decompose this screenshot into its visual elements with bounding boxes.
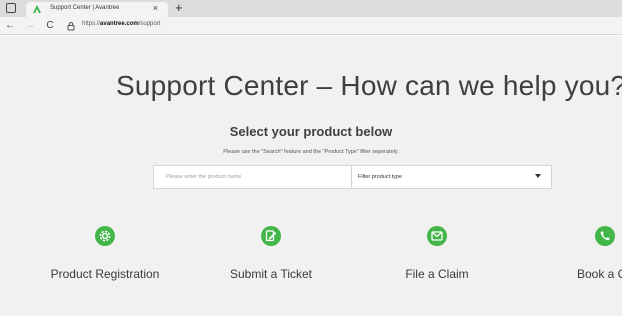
book-call-label: Book a Ca (576, 267, 622, 281)
browser-tab-bar: Support Center | Avantree × + (0, 0, 622, 17)
tab-close-icon[interactable]: × (153, 3, 158, 14)
new-tab-button[interactable]: + (175, 0, 183, 15)
reload-button[interactable]: C (44, 20, 56, 32)
submit-ticket-label: Submit a Ticket (229, 267, 313, 281)
product-registration-card[interactable]: Product Registration (40, 226, 170, 281)
claim-icon (427, 226, 447, 246)
url-prefix: https:// (82, 21, 101, 27)
section-subtitle: Select your product below (229, 124, 393, 139)
page-title: Support Center – How can we help you? (116, 70, 622, 101)
gear-icon (95, 226, 115, 246)
back-button[interactable]: ← (4, 20, 16, 32)
file-claim-card[interactable]: File a Claim (372, 226, 502, 281)
tab-title: Support Center | Avantree (50, 5, 120, 11)
product-type-select-value: Filter product type (358, 174, 403, 180)
product-registration-label: Product Registration (50, 267, 160, 281)
page-content: Support Center – How can we help you? Se… (0, 36, 622, 316)
product-search-input[interactable] (153, 165, 352, 189)
avantree-logo-icon (33, 5, 41, 13)
browser-tab[interactable]: Support Center | Avantree × (26, 2, 168, 17)
lock-icon[interactable] (66, 21, 76, 31)
dropdown-arrow-icon (535, 174, 541, 178)
phone-icon (595, 226, 615, 246)
book-call-card[interactable]: Book a Ca (540, 226, 622, 281)
product-type-select[interactable]: Filter product type (351, 165, 552, 189)
url-path: /support (138, 21, 161, 27)
address-bar[interactable]: https://avantree.com/support (82, 21, 160, 27)
url-domain: avantree.com (100, 21, 139, 27)
search-hint: Please use the "Search" feature and the … (223, 149, 399, 155)
file-claim-label: File a Claim (405, 267, 469, 281)
tab-actions-icon[interactable] (6, 3, 16, 13)
edit-icon (261, 226, 281, 246)
browser-toolbar: ← → C https://avantree.com/support (0, 17, 622, 35)
submit-ticket-card[interactable]: Submit a Ticket (206, 226, 336, 281)
forward-button[interactable]: → (24, 20, 36, 32)
